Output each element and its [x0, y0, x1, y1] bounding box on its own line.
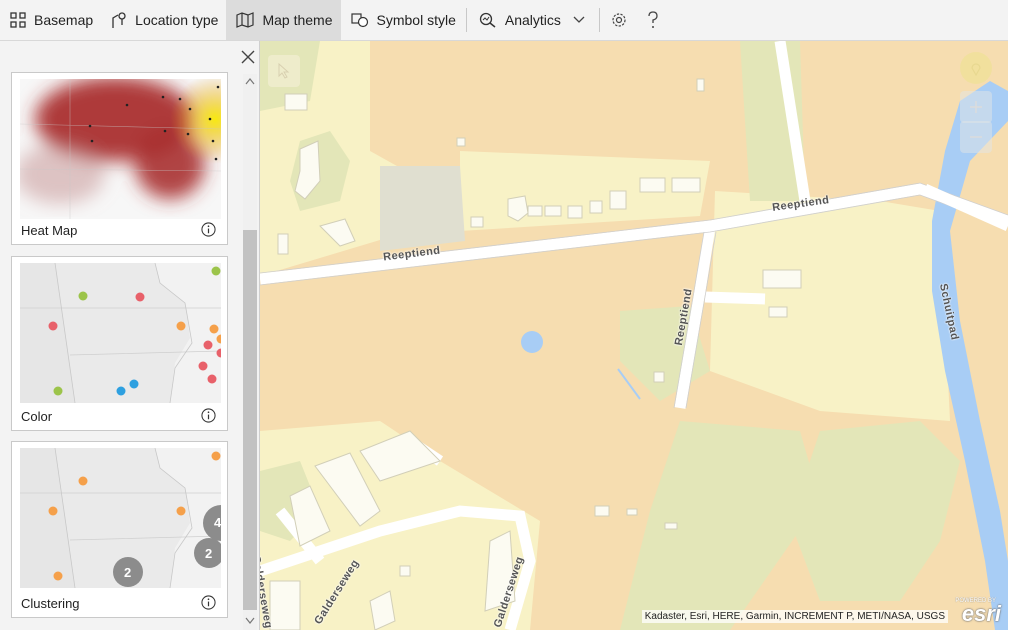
cursor-icon [278, 63, 290, 79]
map-theme-panel: Heat Map Color 4 2 2 Clustering [0, 41, 260, 630]
chevron-down-icon[interactable] [245, 617, 255, 625]
locate-button[interactable] [960, 52, 992, 84]
heat-map-label: Heat Map [21, 223, 78, 238]
map-attribution: Kadaster, Esri, HERE, Garmin, INCREMENT … [641, 610, 948, 623]
color-thumbnail [20, 263, 221, 403]
location-type-label: Location type [135, 12, 219, 28]
cluster-count: 2 [205, 546, 213, 561]
location-pin-icon [971, 63, 981, 76]
panel-scrollbar[interactable] [243, 74, 257, 630]
symbol-style-button[interactable]: Symbol style [341, 0, 464, 40]
clustering-card[interactable]: 4 2 2 Clustering [11, 441, 228, 618]
settings-button[interactable] [602, 0, 636, 40]
zoom-in-button[interactable] [960, 91, 992, 123]
grid-icon [10, 12, 26, 28]
plus-icon [970, 101, 982, 113]
color-label: Color [21, 409, 53, 424]
basemap-label: Basemap [34, 12, 94, 28]
chevron-down-icon [573, 16, 585, 23]
gear-icon [612, 13, 626, 27]
map-theme-label: Map theme [262, 12, 333, 28]
scroll-thumb[interactable] [243, 230, 257, 610]
map-icon [236, 12, 255, 28]
analytics-button[interactable]: Analytics [469, 0, 597, 40]
map-view[interactable]: Reeptiend Reeptiend Reeptiend Schuitpad … [260, 41, 1008, 630]
cluster-count: 4 [214, 515, 221, 530]
basemap-button[interactable]: Basemap [0, 0, 101, 40]
close-icon[interactable] [238, 47, 258, 67]
select-tool-button[interactable] [268, 55, 300, 87]
color-card[interactable]: Color [11, 256, 228, 431]
chevron-up-icon[interactable] [245, 77, 255, 85]
info-icon[interactable] [201, 222, 216, 237]
clustering-thumbnail: 4 2 2 [20, 448, 221, 588]
heat-map-card[interactable]: Heat Map [11, 72, 228, 245]
esri-logo: esri [961, 601, 1001, 626]
symbol-style-label: Symbol style [376, 12, 456, 28]
toolbar-divider [465, 8, 467, 32]
clustering-label: Clustering [21, 596, 80, 611]
info-icon[interactable] [201, 408, 216, 423]
heat-map-thumbnail [20, 79, 221, 219]
analytics-search-icon [479, 12, 496, 28]
location-type-button[interactable]: Location type [101, 0, 226, 40]
toolbar-divider [598, 8, 600, 32]
analytics-label: Analytics [504, 12, 561, 28]
help-button[interactable] [636, 0, 670, 40]
minus-icon [970, 136, 982, 138]
shapes-icon [350, 13, 368, 28]
cluster-count: 2 [124, 565, 132, 580]
map-pin-icon [112, 12, 126, 28]
map-theme-button[interactable]: Map theme [226, 0, 341, 40]
question-mark-icon [648, 11, 658, 28]
info-icon[interactable] [201, 595, 216, 610]
zoom-out-button[interactable] [960, 121, 992, 153]
toolbar: Basemap Location type Map theme Symbol s… [0, 0, 1008, 41]
basemap-graphics [260, 41, 1008, 630]
